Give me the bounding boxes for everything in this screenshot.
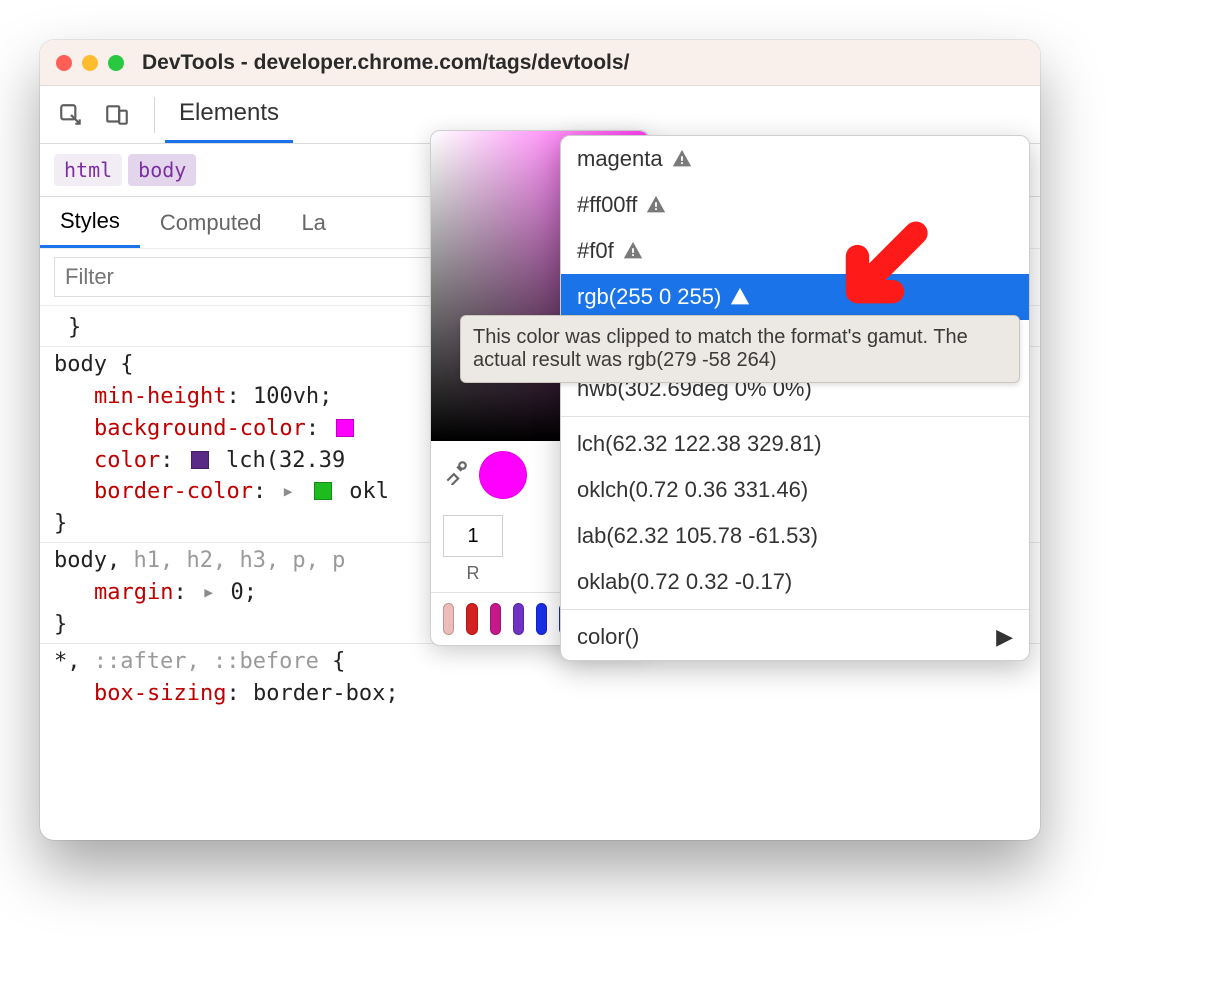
format-label: lch(62.32 122.38 329.81) (577, 431, 822, 457)
format-label: color() (577, 624, 639, 650)
format-option[interactable]: #ff00ff (561, 182, 1029, 228)
titlebar: DevTools - developer.chrome.com/tags/dev… (40, 40, 1040, 86)
format-option[interactable]: #f0f (561, 228, 1029, 274)
color-format-menu: magenta #ff00ff #f0f rgb(255 0 255) %) h… (560, 135, 1030, 661)
format-label: #ff00ff (577, 192, 637, 218)
css-value: border-box; (253, 681, 399, 706)
expand-icon[interactable]: ▸ (281, 479, 294, 504)
devtools-window: DevTools - developer.chrome.com/tags/dev… (40, 40, 1040, 840)
channel-value-input[interactable]: 1 (443, 515, 503, 557)
css-value: okl (349, 479, 389, 504)
menu-divider (561, 416, 1029, 417)
tab-elements[interactable]: Elements (165, 86, 293, 143)
divider (154, 97, 155, 133)
expand-icon[interactable]: ▸ (202, 580, 215, 605)
css-value: 0; (230, 580, 257, 605)
palette-swatch[interactable] (536, 603, 547, 635)
menu-divider (561, 609, 1029, 610)
subtab-computed[interactable]: Computed (140, 197, 282, 248)
breadcrumb-item[interactable]: html (54, 154, 122, 186)
subtab-layout[interactable]: La (281, 197, 345, 248)
css-value: lch(32.39 (226, 448, 345, 473)
css-value: 100vh; (253, 384, 332, 409)
color-swatch-icon[interactable] (336, 419, 354, 437)
current-color-preview (479, 451, 527, 499)
warning-icon (729, 286, 751, 308)
tab-label: Elements (179, 99, 279, 127)
format-label: oklab(0.72 0.32 -0.17) (577, 569, 792, 595)
device-toolbar-icon[interactable] (98, 96, 136, 134)
format-option[interactable]: oklch(0.72 0.36 331.46) (561, 467, 1029, 513)
channel-label: R (443, 563, 503, 584)
inspect-element-icon[interactable] (52, 96, 90, 134)
css-declaration[interactable]: box-sizing: border-box; (54, 678, 1026, 710)
css-property: margin (94, 580, 173, 605)
css-property: background-color (94, 416, 306, 441)
format-label: oklch(0.72 0.36 331.46) (577, 477, 808, 503)
format-option[interactable]: magenta (561, 136, 1029, 182)
eyedropper-icon[interactable] (443, 459, 469, 491)
palette-swatch[interactable] (513, 603, 524, 635)
close-window-icon[interactable] (56, 55, 72, 71)
color-swatch-icon[interactable] (191, 451, 209, 469)
format-option[interactable]: oklab(0.72 0.32 -0.17) (561, 559, 1029, 605)
format-label: #f0f (577, 238, 614, 264)
format-option[interactable]: lab(62.32 105.78 -61.53) (561, 513, 1029, 559)
css-property: color (94, 448, 160, 473)
zoom-window-icon[interactable] (108, 55, 124, 71)
warning-icon (645, 194, 667, 216)
format-label: magenta (577, 146, 663, 172)
css-property: min-height (94, 384, 226, 409)
format-label: lab(62.32 105.78 -61.53) (577, 523, 818, 549)
format-option[interactable]: lch(62.32 122.38 329.81) (561, 421, 1029, 467)
window-controls (56, 55, 124, 71)
chevron-right-icon: ▶ (996, 624, 1013, 650)
breadcrumb-item[interactable]: body (128, 154, 196, 186)
warning-icon (622, 240, 644, 262)
warning-icon (671, 148, 693, 170)
format-label: rgb(255 0 255) (577, 284, 721, 310)
format-option-selected[interactable]: rgb(255 0 255) (561, 274, 1029, 320)
annotation-arrow-icon (817, 216, 934, 341)
subtab-styles[interactable]: Styles (40, 197, 140, 248)
color-swatch-icon[interactable] (314, 482, 332, 500)
window-title: DevTools - developer.chrome.com/tags/dev… (142, 51, 629, 75)
palette-swatch[interactable] (443, 603, 454, 635)
minimize-window-icon[interactable] (82, 55, 98, 71)
gamut-clip-tooltip: This color was clipped to match the form… (460, 315, 1020, 383)
css-property: border-color (94, 479, 253, 504)
css-property: box-sizing (94, 681, 226, 706)
palette-swatch[interactable] (490, 603, 501, 635)
palette-swatch[interactable] (466, 603, 477, 635)
format-option-submenu[interactable]: color() ▶ (561, 614, 1029, 660)
